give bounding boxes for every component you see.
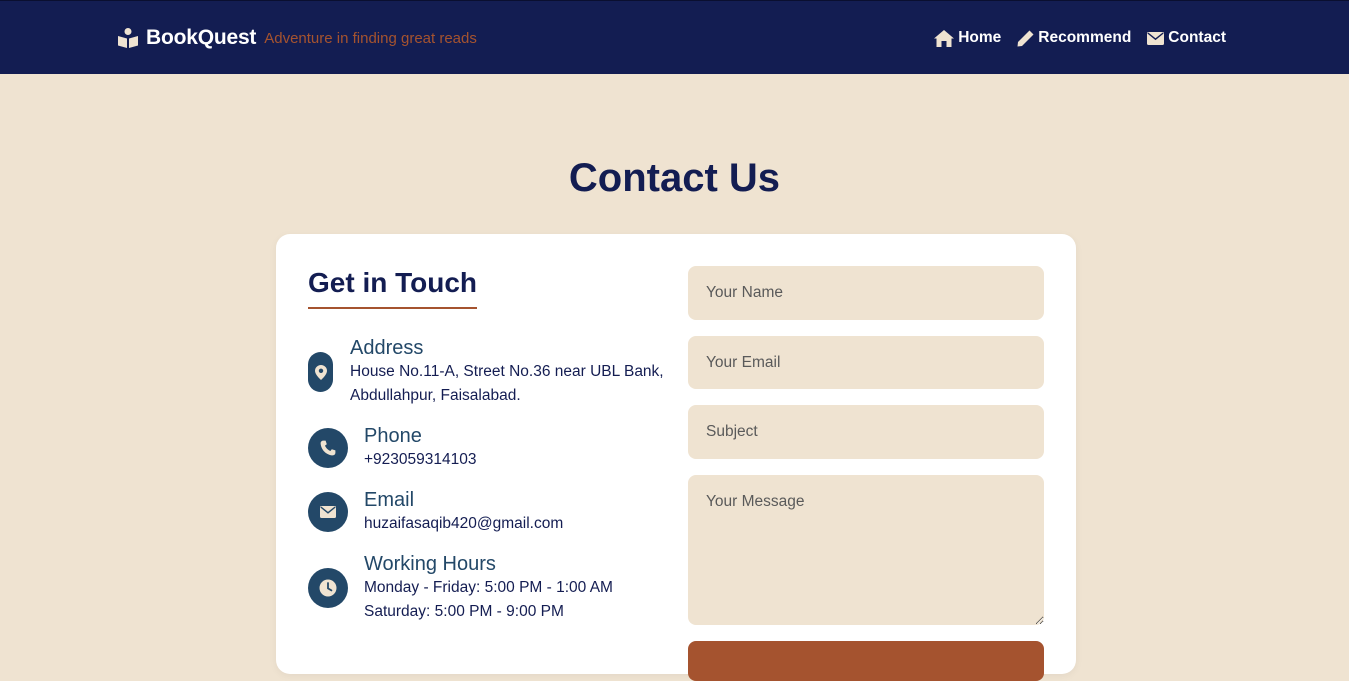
nav-menu: Home Recommend Contact	[918, 29, 1226, 47]
email-value[interactable]: huzaifasaqib420@gmail.com	[364, 512, 563, 536]
envelope-icon	[1147, 31, 1165, 45]
name-input[interactable]	[688, 266, 1044, 320]
working-hours-line-1: Monday - Friday: 5:00 PM - 1:00 AM	[364, 579, 613, 596]
book-reader-icon	[117, 27, 139, 49]
subject-input[interactable]	[688, 405, 1044, 459]
working-hours-title: Working Hours	[364, 553, 496, 575]
nav-home-label: Home	[958, 29, 1002, 46]
address-info: Address House No.11-A, Street No.36 near…	[308, 336, 664, 408]
brand-tagline: Adventure in finding great reads	[264, 29, 477, 47]
get-in-touch-heading: Get in Touch	[308, 267, 478, 309]
page-title: Contact Us	[568, 156, 781, 200]
email-title: Email	[364, 489, 415, 511]
phone-value[interactable]: +923059314103	[364, 448, 477, 472]
working-hours-line-2: Saturday: 5:00 PM - 9:00 PM	[364, 603, 564, 620]
address-line-1: House No.11-A, Street No.36 near UBL Ban…	[350, 363, 664, 380]
home-icon	[934, 29, 955, 47]
brand-name: BookQuest	[146, 26, 257, 49]
phone-icon	[308, 428, 348, 468]
envelope-icon	[308, 492, 348, 532]
navbar: BookQuest Adventure in finding great rea…	[0, 0, 1349, 74]
email-info: Email huzaifasaqib420@gmail.com	[308, 488, 563, 536]
nav-home-link[interactable]: Home	[934, 29, 1001, 47]
send-message-button[interactable]	[688, 641, 1044, 681]
location-pin-icon	[308, 352, 333, 392]
address-title: Address	[350, 337, 424, 359]
nav-contact-link[interactable]: Contact	[1147, 29, 1226, 47]
email-input[interactable]	[688, 336, 1044, 389]
brand[interactable]: BookQuest Adventure in finding great rea…	[117, 26, 477, 50]
phone-info: Phone +923059314103	[308, 424, 477, 472]
phone-title: Phone	[364, 425, 422, 447]
nav-recommend-link[interactable]: Recommend	[1017, 29, 1131, 47]
message-textarea[interactable]	[688, 475, 1044, 625]
nav-recommend-label: Recommend	[1038, 29, 1132, 46]
clock-icon	[308, 568, 348, 608]
address-line-2: Abdullahpur, Faisalabad.	[350, 387, 521, 404]
working-hours-info: Working Hours Monday - Friday: 5:00 PM -…	[308, 552, 613, 624]
pencil-icon	[1017, 30, 1034, 46]
nav-contact-label: Contact	[1168, 29, 1226, 46]
